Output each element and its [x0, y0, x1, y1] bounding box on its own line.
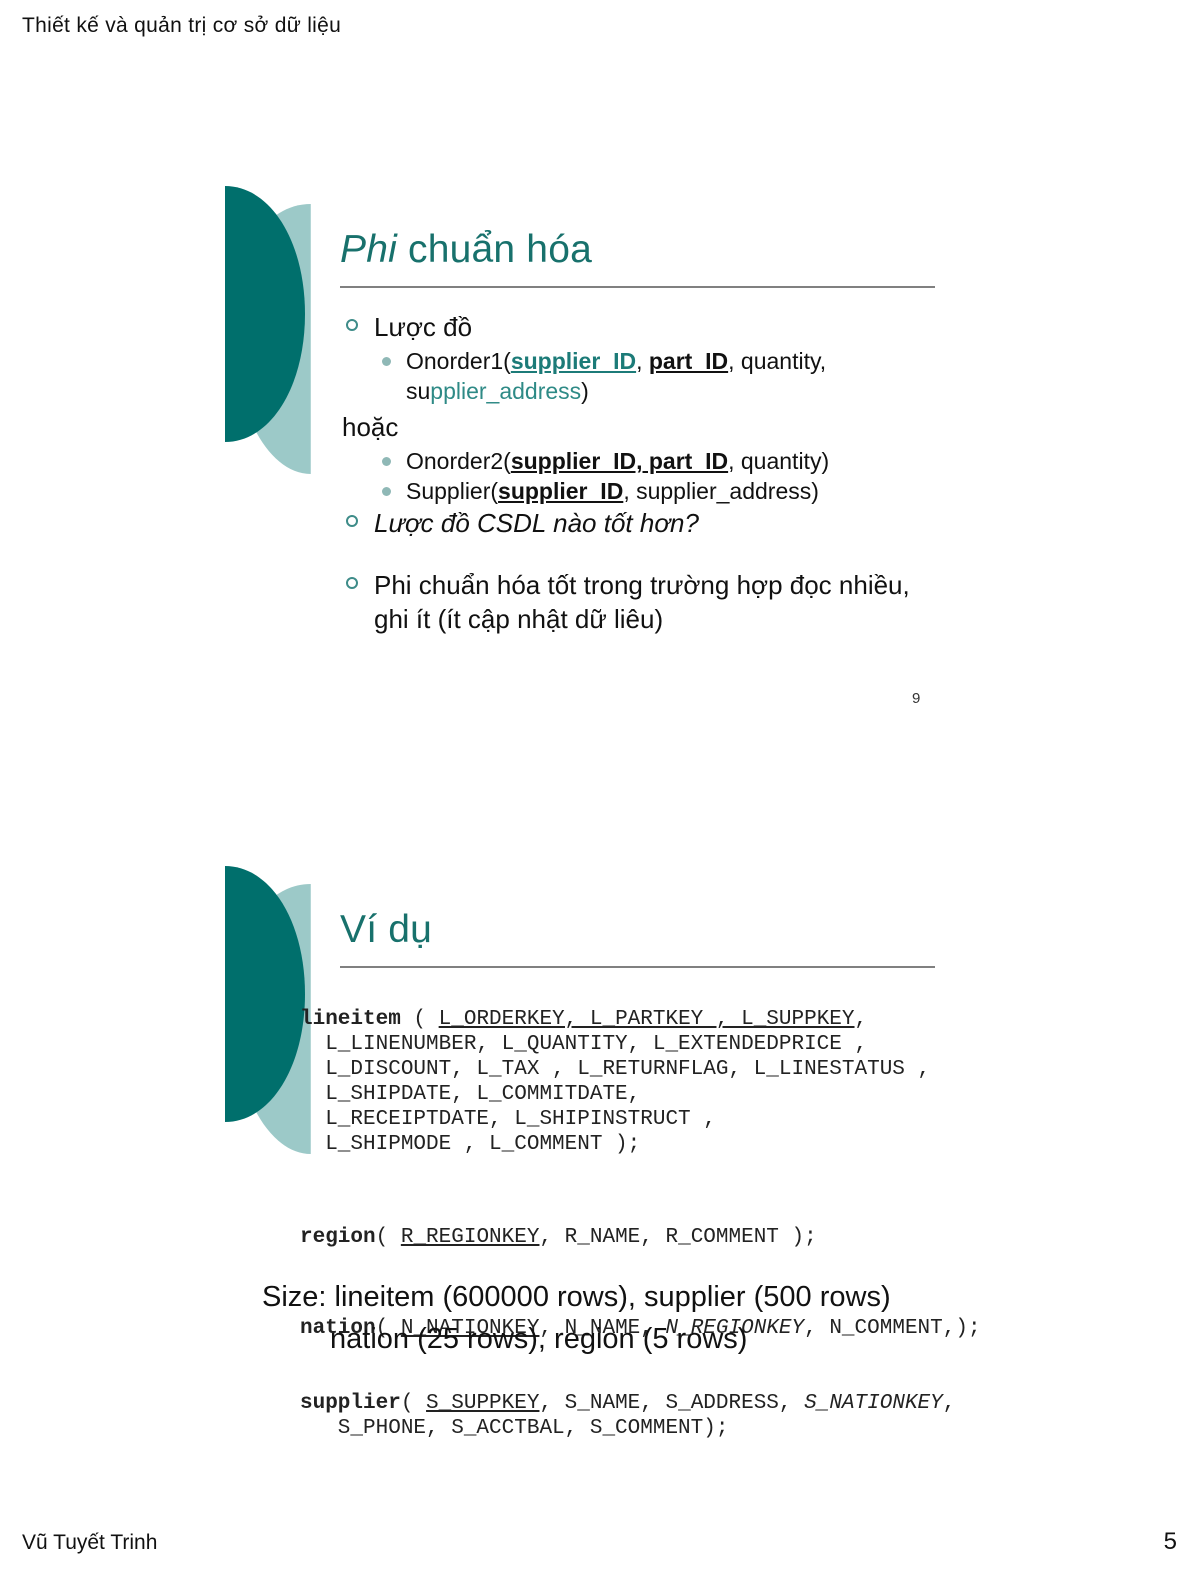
lineitem-rest-2: L_DISCOUNT, L_TAX , L_RETURNFLAG, L_LINE… [300, 1058, 931, 1081]
bullet-conclusion-line1: Phi chuẩn hóa tốt trong trường hợp đọc n… [374, 570, 910, 600]
page-header-title: Thiết kế và quản trị cơ sở dữ liệu [22, 14, 342, 37]
lineitem-open: ( [400, 1008, 439, 1031]
table-name-lineitem: lineitem [300, 1008, 401, 1031]
lineitem-rest-5: L_SHIPMODE , L_COMMENT ); [300, 1133, 641, 1156]
title-divider [340, 966, 935, 968]
title-divider [340, 286, 935, 288]
bullet-question: Lược đồ CSDL nào tốt hơn? [340, 506, 960, 540]
bullet-dot-icon [382, 487, 391, 496]
size-line-1: Size: lineitem (600000 rows), supplier (… [262, 1281, 891, 1313]
lineitem-primary-key: L_ORDERKEY, L_PARTKEY , L_SUPPKEY [438, 1008, 855, 1031]
supplier-key: supplier_ID [498, 478, 624, 504]
supplier-line2: S_PHONE, S_ACCTBAL, S_COMMENT); [300, 1417, 729, 1440]
table-def-supplier: supplier( S_SUPPKEY, S_NAME, S_ADDRESS, … [300, 1391, 981, 1441]
bullet-circle-icon [346, 515, 358, 527]
bullet-onorder2: Onorder2(supplier_ID, part_ID, quantity) [340, 446, 960, 476]
bullet-luoc-do-label: Lược đồ [374, 312, 473, 342]
table-size-note: Size: lineitem (600000 rows), supplier (… [262, 1276, 962, 1360]
bullet-dot-icon [382, 457, 391, 466]
supplier-open: ( [400, 1392, 427, 1415]
lineitem-rest-1: L_LINENUMBER, L_QUANTITY, L_EXTENDEDPRIC… [300, 1033, 868, 1056]
region-tail: , R_NAME, R_COMMENT ); [539, 1226, 817, 1249]
lineitem-rest-3: L_SHIPDATE, L_COMMITDATE, [300, 1083, 641, 1106]
slide-title: Phi chuẩn hóa [340, 228, 592, 272]
bullet-onorder1: Onorder1(supplier_ID, part_ID, quantity,… [340, 346, 960, 406]
region-primary-key: R_REGIONKEY [400, 1226, 540, 1249]
sql-schema-code-block: lineitem ( L_ORDERKEY, L_PARTKEY , L_SUP… [300, 982, 981, 1491]
onorder1-mid: , quantity, [728, 348, 827, 374]
onorder1-key-supplier-id: supplier_ID [510, 348, 637, 374]
lineitem-rest-4: L_RECEIPTDATE, L_SHIPINSTRUCT , [300, 1108, 716, 1131]
onorder1-line2-teal: pplier_address [430, 378, 582, 404]
bullet-circle-icon [346, 319, 358, 331]
footer-author: Vũ Tuyết Trinh [22, 1531, 158, 1554]
slide1-bullet-list: Lược đồ Onorder1(supplier_ID, part_ID, q… [340, 310, 960, 638]
slide-number: 9 [912, 690, 921, 707]
onorder1-line2-black: su [406, 378, 431, 404]
bullet-luoc-do: Lược đồ [340, 310, 960, 344]
supplier-mid: , S_NAME, S_ADDRESS, [539, 1392, 805, 1415]
table-name-supplier: supplier [300, 1392, 401, 1415]
slide-title-italic-part: Phi [340, 228, 397, 271]
bullet-circle-icon [346, 577, 358, 589]
onorder2-keys: supplier_ID, part_ID [510, 448, 729, 474]
supplier-prefix: Supplier( [406, 478, 499, 504]
text-hoac: hoặc [342, 412, 399, 442]
table-def-lineitem: lineitem ( L_ORDERKEY, L_PARTKEY , L_SUP… [300, 1007, 981, 1157]
supplier-suffix: , supplier_address) [623, 478, 819, 504]
table-def-region: region( R_REGIONKEY, R_NAME, R_COMMENT )… [300, 1225, 981, 1250]
slide-title: Ví dụ [340, 908, 433, 951]
size-line-2: nation (25 rows), region (5 rows) [330, 1323, 748, 1355]
bullet-dot-icon [382, 357, 391, 366]
onorder2-prefix: Onorder2( [406, 448, 511, 474]
bullet-conclusion: Phi chuẩn hóa tốt trong trường hợp đọc n… [340, 568, 960, 636]
bullet-question-label: Lược đồ CSDL nào tốt hơn? [374, 508, 699, 538]
table-name-region: region [300, 1226, 376, 1249]
bullet-supplier: Supplier(supplier_ID, supplier_address) [340, 476, 960, 506]
slide-vi-du: Ví dụ lineitem ( L_ORDERKEY, L_PARTKEY ,… [0, 830, 1199, 1440]
footer-page-number: 5 [1163, 1528, 1177, 1555]
supplier-primary-key: S_SUPPKEY [426, 1392, 540, 1415]
onorder1-key-part-id: part_ID [648, 348, 729, 374]
onorder1-sep: , [636, 348, 649, 374]
slide-title-rest: chuẩn hóa [396, 228, 592, 271]
lineitem-first-tail: , [854, 1008, 868, 1031]
slide-phi-chuan-hoa: Phi chuẩn hóa Lược đồ Onorder1(supplier_… [0, 150, 1199, 750]
supplier-tail: , [942, 1392, 956, 1415]
onorder1-prefix: Onorder1( [406, 348, 511, 374]
region-open: ( [375, 1226, 401, 1249]
supplier-foreign-key: S_NATIONKEY [804, 1392, 943, 1415]
onorder2-suffix: , quantity) [728, 448, 830, 474]
bullet-conclusion-line2: ghi ít (ít cập nhật dữ liêu) [374, 604, 664, 634]
onorder1-suffix: ) [581, 378, 589, 404]
